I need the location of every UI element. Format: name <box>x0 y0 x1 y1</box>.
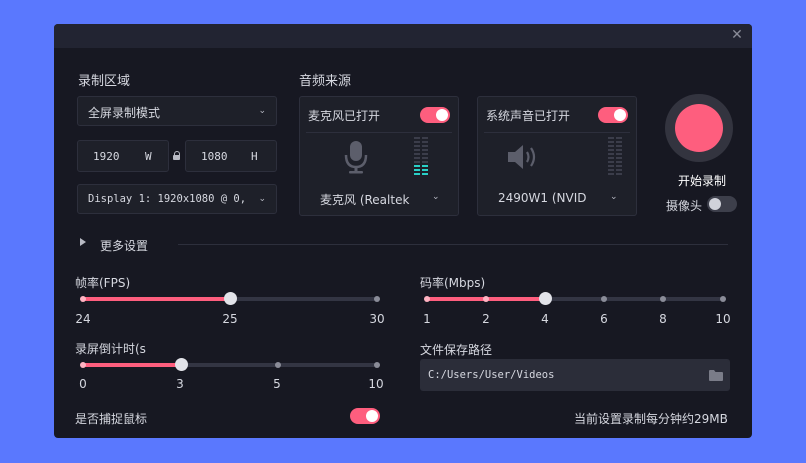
mic-meter-left <box>414 137 420 179</box>
capture-mouse-label: 是否捕捉鼠标 <box>75 412 148 426</box>
system-level-meter <box>608 137 624 179</box>
countdown-slider-thumb[interactable] <box>174 358 188 371</box>
countdown-tick: 3 <box>176 377 184 391</box>
capture-mouse-toggle[interactable] <box>350 408 380 424</box>
record-mode-select[interactable]: 全屏录制模式 ⌄ <box>77 96 277 126</box>
mic-toggle[interactable] <box>420 107 450 123</box>
bitrate-tick: 1 <box>423 312 431 326</box>
countdown-label: 录屏倒计时(s <box>75 342 146 356</box>
chevron-down-icon: ⌄ <box>258 106 266 116</box>
title-bar: ✕ <box>54 24 752 48</box>
camera-toggle[interactable] <box>707 196 737 212</box>
display-value: Display 1: 1920x1080 @ 0, <box>88 193 247 205</box>
lock-icon[interactable] <box>173 151 181 160</box>
save-path-label: 文件保存路径 <box>420 343 493 357</box>
recorder-window: ✕ 录制区域 全屏录制模式 ⌄ 1920 W 1080 H Display 1:… <box>54 24 752 438</box>
chevron-down-icon[interactable]: ⌄ <box>610 192 618 202</box>
divider <box>484 132 630 133</box>
width-unit: W <box>145 150 152 163</box>
more-settings-toggle[interactable]: 更多设置 <box>100 237 148 254</box>
bitrate-slider[interactable] <box>424 292 726 305</box>
mic-level-meter <box>414 137 430 179</box>
fps-tick: 30 <box>369 312 385 326</box>
bitrate-tick: 6 <box>600 312 608 326</box>
mic-device[interactable]: 麦克风 (Realtek <box>320 191 409 208</box>
start-record-label: 开始录制 <box>678 174 727 188</box>
width-input[interactable]: 1920 W <box>77 140 169 172</box>
fps-label: 帧率(FPS) <box>75 276 131 290</box>
bitrate-tick: 8 <box>659 312 667 326</box>
chevron-down-icon[interactable]: ⌄ <box>432 192 440 202</box>
fps-slider[interactable] <box>80 292 380 305</box>
system-audio-label: 系统声音已打开 <box>486 109 571 123</box>
expand-arrow-icon[interactable] <box>80 238 86 246</box>
countdown-tick: 0 <box>79 377 87 391</box>
speaker-icon <box>508 145 536 169</box>
microphone-icon <box>344 141 368 174</box>
width-value: 1920 <box>93 150 120 163</box>
mic-panel: 麦克风已打开 麦克风 (Realtek ⌄ <box>299 96 459 216</box>
record-area-title: 录制区域 <box>78 74 131 89</box>
height-value: 1080 <box>201 150 228 163</box>
audio-source-title: 音频来源 <box>299 74 352 89</box>
system-audio-device[interactable]: 2490W1 (NVID <box>498 191 587 205</box>
fps-tick: 25 <box>222 312 238 326</box>
system-meter-right <box>616 137 622 179</box>
system-meter-left <box>608 137 614 179</box>
fps-tick: 24 <box>75 312 91 326</box>
folder-icon[interactable] <box>709 370 723 381</box>
record-mode-value: 全屏录制模式 <box>88 106 161 120</box>
countdown-slider[interactable] <box>80 358 380 371</box>
size-estimate: 当前设置录制每分钟约29MB <box>574 412 728 426</box>
chevron-down-icon: ⌄ <box>258 194 266 204</box>
countdown-tick: 5 <box>273 377 281 391</box>
system-audio-toggle[interactable] <box>598 107 628 123</box>
camera-label: 摄像头 <box>666 199 703 213</box>
close-icon[interactable]: ✕ <box>730 28 744 42</box>
height-unit: H <box>251 150 258 163</box>
save-path-input[interactable]: C:/Users/User/Videos <box>420 359 730 391</box>
start-record-button[interactable] <box>665 94 733 162</box>
bitrate-tick: 10 <box>715 312 731 326</box>
countdown-tick: 10 <box>368 377 384 391</box>
record-dot-icon <box>675 104 723 152</box>
system-audio-panel: 系统声音已打开 2490W1 (NVID ⌄ <box>477 96 637 216</box>
bitrate-tick: 4 <box>541 312 549 326</box>
save-path-value: C:/Users/User/Videos <box>428 369 555 381</box>
bitrate-tick: 2 <box>482 312 490 326</box>
fps-slider-thumb[interactable] <box>223 292 237 305</box>
height-input[interactable]: 1080 H <box>185 140 277 172</box>
bitrate-slider-thumb[interactable] <box>538 292 552 305</box>
display-select[interactable]: Display 1: 1920x1080 @ 0, ⌄ <box>77 184 277 214</box>
divider <box>178 244 728 245</box>
mic-meter-right <box>422 137 428 179</box>
divider <box>306 132 452 133</box>
mic-label: 麦克风已打开 <box>308 109 381 123</box>
bitrate-label: 码率(Mbps) <box>420 276 486 290</box>
